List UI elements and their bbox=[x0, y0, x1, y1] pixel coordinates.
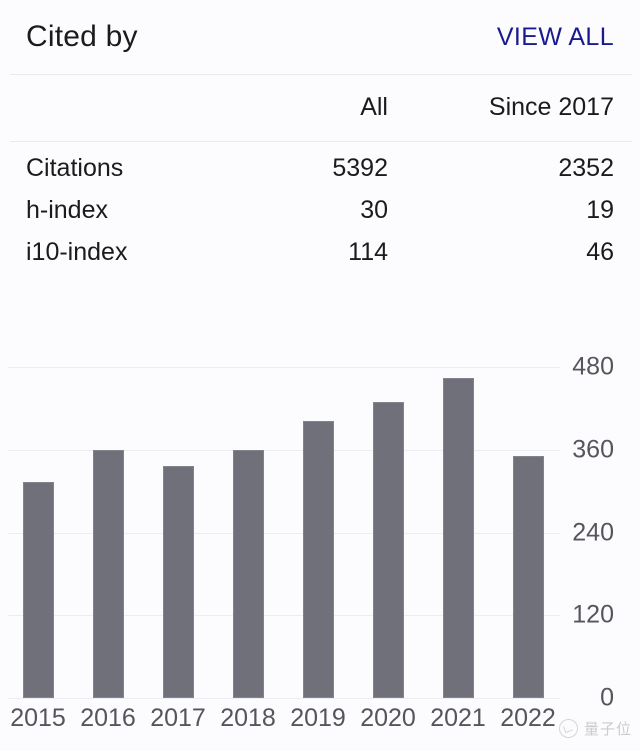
y-axis-tick-label: 0 bbox=[600, 683, 614, 712]
i10-index-since-value: 46 bbox=[586, 237, 614, 266]
page-title: Cited by bbox=[26, 20, 138, 53]
column-header-all: All bbox=[360, 93, 388, 121]
metrics-table-body: Citations 5392 2352 h-index 30 19 i10-in… bbox=[0, 147, 640, 273]
x-axis-tick-label: 2019 bbox=[290, 704, 346, 732]
card-header: Cited by VIEW ALL bbox=[0, 0, 640, 74]
chart-y-axis: 0 120 240 360 480 bbox=[560, 340, 640, 751]
citations-since-value: 2352 bbox=[558, 153, 614, 182]
view-all-link[interactable]: VIEW ALL bbox=[497, 23, 614, 52]
table-row: i10-index 114 46 bbox=[0, 231, 640, 273]
y-axis-tick-label: 120 bbox=[572, 600, 614, 629]
chart-bar[interactable] bbox=[233, 450, 264, 698]
chart-bar[interactable] bbox=[443, 378, 474, 698]
chart-bars bbox=[0, 367, 560, 698]
x-axis-tick-label: 2017 bbox=[150, 704, 206, 732]
x-axis-tick-label: 2016 bbox=[80, 704, 136, 732]
chart-x-axis: 2015 2016 2017 2018 2019 2020 2021 2022 bbox=[0, 698, 560, 743]
y-axis-tick-label: 480 bbox=[572, 352, 614, 381]
chart-bar[interactable] bbox=[93, 450, 124, 698]
x-axis-tick-label: 2021 bbox=[430, 704, 486, 732]
table-row: Citations 5392 2352 bbox=[0, 147, 640, 189]
i10-index-all-value: 114 bbox=[348, 237, 388, 266]
h-index-since-value: 19 bbox=[586, 195, 614, 224]
chart-bar[interactable] bbox=[303, 421, 334, 698]
chart-plot-area bbox=[0, 367, 560, 699]
row-label-h-index: h-index bbox=[26, 195, 108, 224]
chart-bar[interactable] bbox=[23, 482, 54, 698]
metrics-table: All Since 2017 bbox=[0, 74, 640, 141]
x-axis-tick-label: 2018 bbox=[220, 704, 276, 732]
h-index-all-value: 30 bbox=[360, 195, 388, 224]
y-axis-tick-label: 360 bbox=[572, 435, 614, 464]
chart-bar[interactable] bbox=[513, 456, 544, 698]
citations-all-value: 5392 bbox=[332, 153, 388, 182]
row-label-citations: Citations bbox=[26, 153, 124, 182]
x-axis-tick-label: 2020 bbox=[360, 704, 416, 732]
table-row: h-index 30 19 bbox=[0, 189, 640, 231]
y-axis-tick-label: 240 bbox=[572, 518, 614, 546]
table-column-header-row: All Since 2017 bbox=[0, 74, 640, 141]
chart-bar[interactable] bbox=[163, 466, 194, 698]
row-label-i10-index: i10-index bbox=[26, 237, 128, 266]
citations-bar-chart: 0 120 240 360 480 2015 2016 2017 2018 2019 2020 20… bbox=[0, 340, 640, 751]
cited-by-card: Cited by VIEW ALL All Since 2017 Citatio… bbox=[0, 0, 640, 751]
column-header-divider bbox=[10, 141, 632, 142]
x-axis-tick-label: 2022 bbox=[500, 704, 556, 732]
x-axis-tick-label: 2015 bbox=[10, 704, 66, 732]
column-header-since: Since 2017 bbox=[488, 93, 614, 121]
chart-bar[interactable] bbox=[373, 402, 404, 698]
